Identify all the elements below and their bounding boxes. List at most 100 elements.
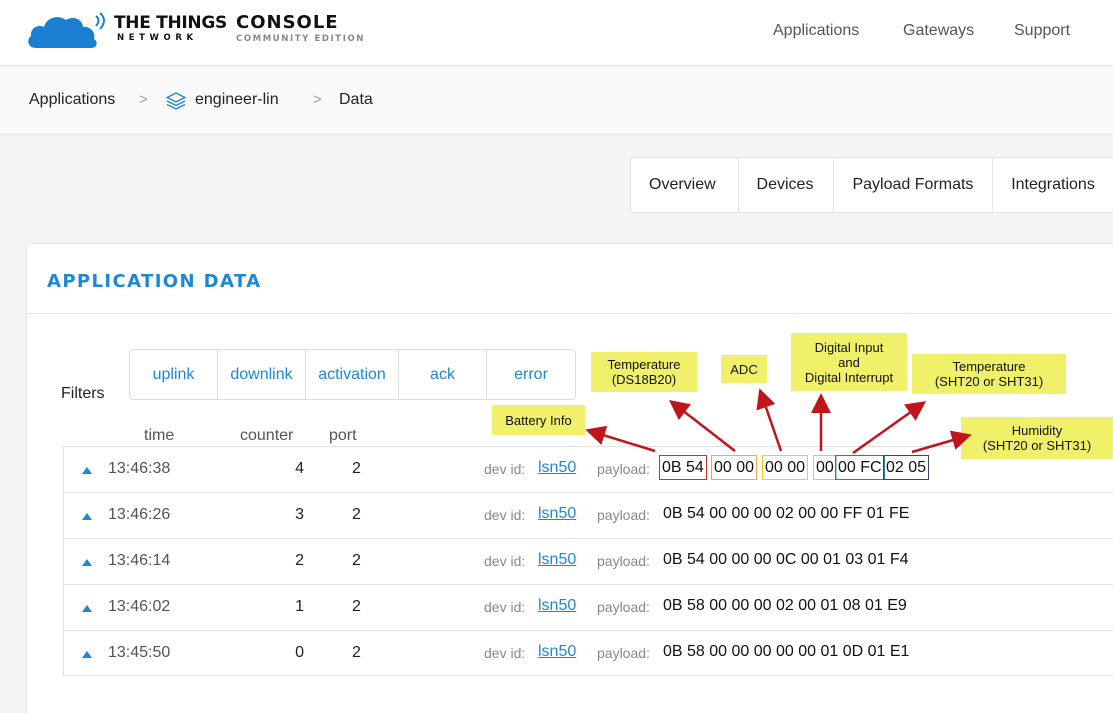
filter-error[interactable]: error: [487, 350, 575, 399]
application-tabs: Overview Devices Payload Formats Integra…: [630, 157, 1113, 213]
breadcrumb-separator: >: [313, 91, 322, 108]
annotation-text: (DS18B20): [611, 372, 677, 387]
row-dev-id-label: dev id:: [484, 599, 526, 615]
filters-group: uplink downlink activation ack error: [129, 349, 576, 400]
ttn-cloud-logo-icon[interactable]: [26, 10, 108, 52]
console-wordmark-line2: COMMUNITY EDITION: [236, 34, 365, 44]
row-dev-id-link[interactable]: lsn50: [538, 551, 576, 569]
row-port: 2: [352, 644, 361, 661]
filters-label: Filters: [61, 385, 105, 402]
breadcrumb-separator: >: [139, 91, 148, 108]
tab-integrations[interactable]: Integrations: [993, 158, 1113, 212]
row-dev-id-label: dev id:: [484, 553, 526, 569]
row-counter: 4: [295, 460, 304, 477]
table-row[interactable]: 13:46:02 1 2 dev id: lsn50 payload: 0B 5…: [63, 584, 1113, 630]
expand-caret-icon[interactable]: [82, 605, 92, 612]
column-header-port: port: [329, 427, 357, 444]
row-counter: 2: [295, 552, 304, 569]
payload-segment-temperature-sht: 00 FC: [835, 455, 885, 480]
annotation-text: Digital Interrupt: [804, 369, 894, 385]
row-dev-id-link[interactable]: lsn50: [538, 459, 576, 477]
row-counter: 1: [295, 598, 304, 615]
annotation-text: Humidity: [1011, 423, 1063, 438]
expand-caret-icon[interactable]: [82, 651, 92, 658]
column-header-counter: counter: [240, 427, 294, 444]
nav-applications-link[interactable]: Applications: [773, 22, 859, 40]
row-counter: 3: [295, 506, 304, 523]
filter-ack[interactable]: ack: [399, 350, 487, 399]
row-port: 2: [352, 552, 361, 569]
annotation-text: (SHT20 or SHT31): [934, 374, 1044, 389]
row-time: 13:46:26: [108, 506, 171, 523]
filter-downlink[interactable]: downlink: [218, 350, 306, 399]
payload-segment-temperature-ds18b20: 00 00: [711, 455, 758, 480]
row-dev-id-label: dev id:: [484, 461, 526, 477]
nav-support-link[interactable]: Support: [1014, 22, 1070, 40]
column-header-time: time: [144, 427, 175, 444]
annotation-battery-info: Battery Info: [492, 405, 585, 435]
ttn-wordmark-line2: NETWORK: [117, 33, 198, 43]
console-wordmark[interactable]: CONSOLE COMMUNITY EDITION: [236, 12, 365, 45]
nav-gateways-link[interactable]: Gateways: [903, 22, 974, 40]
annotation-text: ADC: [730, 361, 758, 377]
breadcrumb-app[interactable]: engineer-lin: [195, 91, 279, 109]
row-time: 13:46:02: [108, 598, 171, 615]
ttn-wordmark[interactable]: THE THINGS NETWORK: [114, 14, 227, 43]
filter-uplink[interactable]: uplink: [130, 350, 218, 399]
top-navigation-bar: THE THINGS NETWORK CONSOLE COMMUNITY EDI…: [0, 0, 1113, 66]
expand-caret-icon[interactable]: [82, 467, 92, 474]
row-payload-label: payload:: [597, 461, 650, 477]
expand-caret-icon[interactable]: [82, 513, 92, 520]
row-payload-label: payload:: [597, 599, 650, 615]
row-dev-id-label: dev id:: [484, 645, 526, 661]
console-wordmark-line1: CONSOLE: [236, 12, 339, 33]
row-time: 13:46:14: [108, 552, 171, 569]
filter-activation[interactable]: activation: [306, 350, 399, 399]
row-payload: 0B 54 00 00 00 0C 00 01 03 01 F4: [663, 551, 909, 568]
breadcrumb-applications[interactable]: Applications: [29, 91, 115, 109]
row-dev-id-link[interactable]: lsn50: [538, 597, 576, 615]
card-title: APPLICATION DATA: [47, 271, 262, 292]
row-payload-label: payload:: [597, 507, 650, 523]
table-row[interactable]: 13:46:26 3 2 dev id: lsn50 payload: 0B 5…: [63, 492, 1113, 538]
row-port: 2: [352, 598, 361, 615]
row-payload: 0B 58 00 00 00 00 00 01 0D 01 E1: [663, 643, 910, 660]
table-row[interactable]: 13:46:14 2 2 dev id: lsn50 payload: 0B 5…: [63, 538, 1113, 584]
table-row[interactable]: 13:46:38 4 2 dev id: lsn50 payload: 0B 5…: [63, 446, 1113, 492]
row-dev-id-label: dev id:: [484, 507, 526, 523]
tab-payload-formats[interactable]: Payload Formats: [834, 158, 994, 212]
annotation-text: and: [838, 354, 860, 370]
annotation-humidity: Humidity (SHT20 or SHT31): [961, 417, 1113, 459]
annotation-digital-input: Digital Input and Digital Interrupt: [791, 333, 907, 391]
expand-caret-icon[interactable]: [82, 559, 92, 566]
annotation-text: Temperature: [607, 357, 681, 372]
card-header: APPLICATION DATA: [27, 244, 1113, 314]
row-payload: 0B 54 00 00 00 02 00 00 FF 01 FE: [663, 505, 910, 522]
row-payload-label: payload:: [597, 553, 650, 569]
row-dev-id-link[interactable]: lsn50: [538, 643, 576, 661]
row-payload-label: payload:: [597, 645, 650, 661]
breadcrumb-current-page: Data: [339, 91, 373, 108]
row-counter: 0: [295, 644, 304, 661]
row-payload: 0B 58 00 00 00 02 00 01 08 01 E9: [663, 597, 907, 614]
annotation-text: Temperature: [952, 359, 1026, 374]
annotation-adc: ADC: [721, 355, 767, 383]
row-port: 2: [352, 460, 361, 477]
application-stack-icon: [166, 92, 186, 110]
tab-devices[interactable]: Devices: [739, 158, 835, 212]
row-time: 13:46:38: [108, 460, 171, 477]
message-list: 13:46:38 4 2 dev id: lsn50 payload: 0B 5…: [63, 446, 1113, 676]
table-row[interactable]: 13:45:50 0 2 dev id: lsn50 payload: 0B 5…: [63, 630, 1113, 676]
annotation-text: (SHT20 or SHT31): [982, 438, 1092, 453]
payload-segment-battery: 0B 54: [659, 455, 707, 480]
ttn-wordmark-line1: THE THINGS: [114, 13, 227, 33]
payload-segment-digital: 00: [813, 455, 837, 480]
breadcrumb: Applications > engineer-lin > Data: [0, 67, 1113, 135]
row-port: 2: [352, 506, 361, 523]
annotation-text: Digital Input: [814, 339, 884, 355]
payload-segment-humidity: 02 05: [883, 455, 930, 480]
row-time: 13:45:50: [108, 644, 171, 661]
row-dev-id-link[interactable]: lsn50: [538, 505, 576, 523]
tab-overview[interactable]: Overview: [631, 158, 739, 212]
annotation-battery-text: Battery Info: [505, 412, 572, 428]
